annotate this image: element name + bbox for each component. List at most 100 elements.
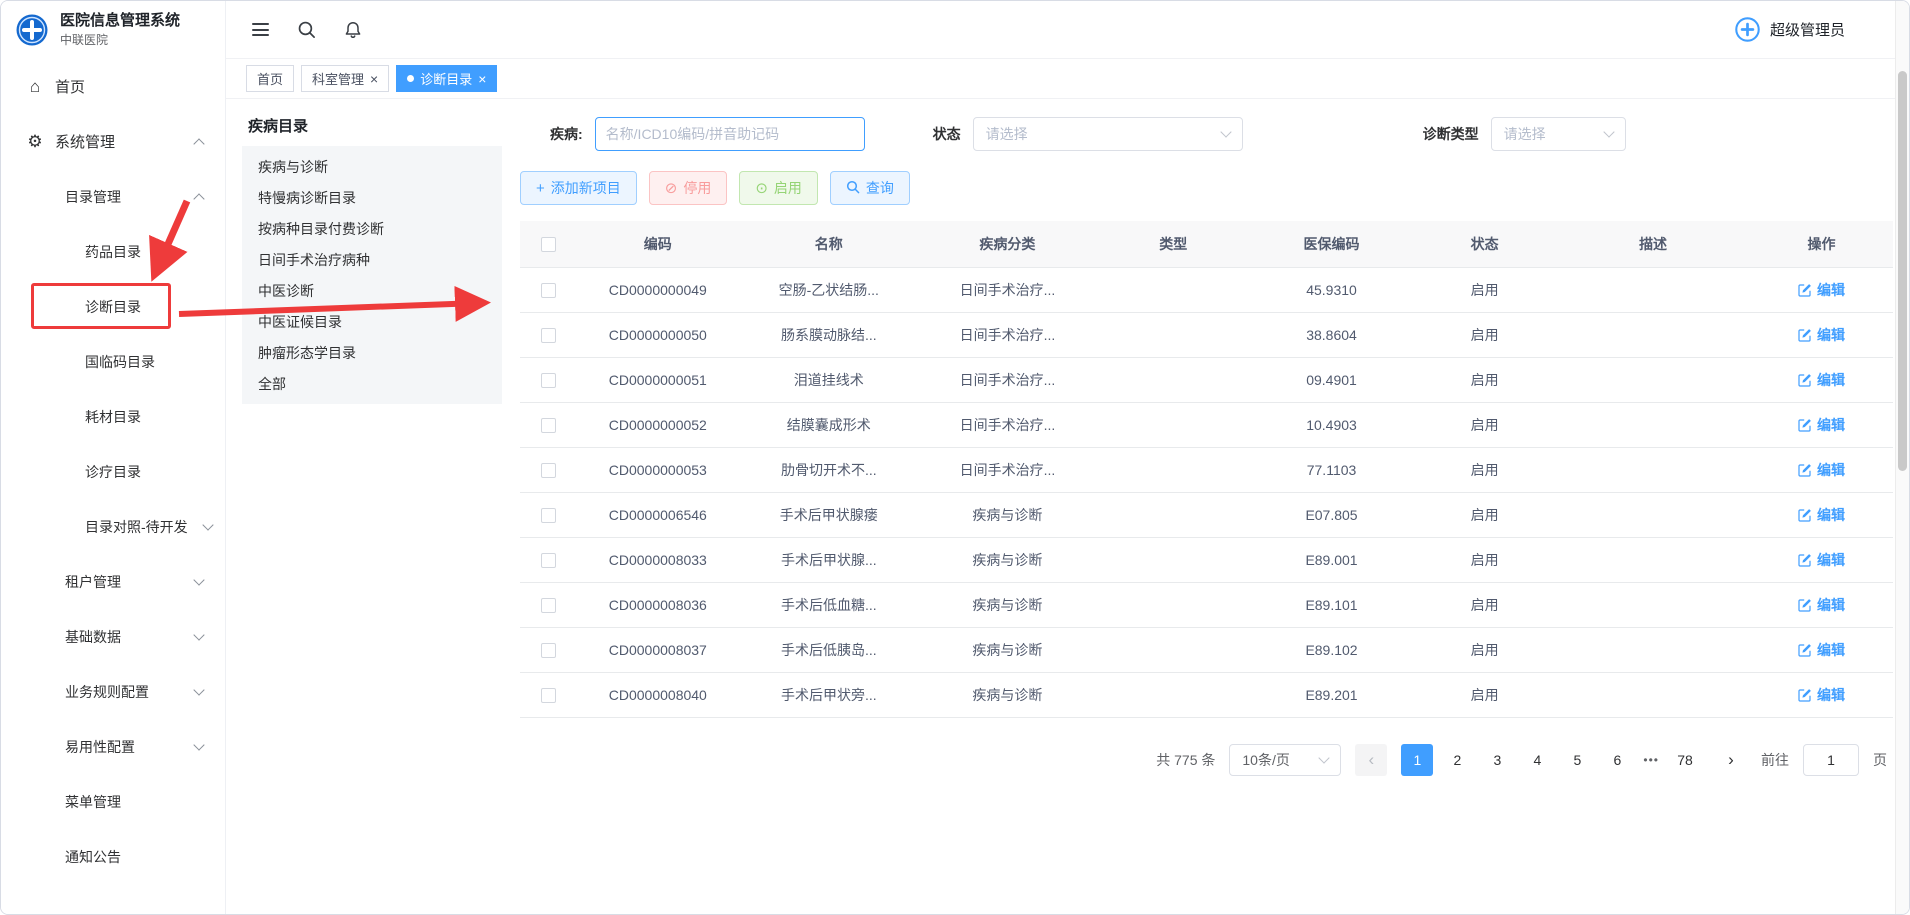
- diagnosis-type-select[interactable]: 请选择: [1491, 117, 1626, 151]
- page-size-select[interactable]: 10条/页: [1229, 744, 1341, 776]
- add-item-button[interactable]: + 添加新项目: [520, 171, 637, 205]
- cell-category: 疾病与诊断: [918, 582, 1097, 627]
- sidebar-item-menu-management[interactable]: 菜单管理: [1, 774, 225, 829]
- edit-button[interactable]: 编辑: [1798, 280, 1845, 300]
- home-icon: ⌂: [25, 78, 45, 95]
- sidebar-item-label: 目录管理: [65, 187, 121, 207]
- row-checkbox[interactable]: [541, 598, 556, 613]
- sidebar-item-national-code-catalog[interactable]: 国临码目录: [1, 334, 225, 389]
- sidebar-item-business-rule-config[interactable]: 业务规则配置: [1, 664, 225, 719]
- sidebar-item-drug-catalog[interactable]: 药品目录: [1, 224, 225, 279]
- work-area: 疾病: 状态 请选择 诊断类型 请选择 +: [520, 113, 1893, 900]
- table-row: CD0000000049空肠-乙状结肠...日间手术治疗...45.9310启用…: [520, 267, 1893, 312]
- row-checkbox[interactable]: [541, 688, 556, 703]
- table-row: CD0000000050肠系膜动脉结...日间手术治疗...38.8604启用编…: [520, 312, 1893, 357]
- search-icon[interactable]: [297, 20, 316, 39]
- app-titles: 医院信息管理系统 中联医院: [60, 12, 180, 48]
- row-checkbox[interactable]: [541, 463, 556, 478]
- edit-button[interactable]: 编辑: [1798, 595, 1845, 615]
- query-button[interactable]: 查询: [830, 171, 910, 205]
- row-select-cell: [520, 537, 576, 582]
- sidebar-item-label: 诊疗目录: [85, 462, 141, 482]
- row-checkbox[interactable]: [541, 418, 556, 433]
- sidebar-item-catalog-management[interactable]: 目录管理: [1, 169, 225, 224]
- edit-button[interactable]: 编辑: [1798, 415, 1845, 435]
- catalog-item-tumor-morphology[interactable]: 肿瘤形态学目录: [242, 337, 502, 368]
- page-button-3[interactable]: 3: [1481, 744, 1513, 776]
- user-menu[interactable]: 超级管理员: [1734, 16, 1845, 43]
- column-header-name: 名称: [739, 221, 918, 267]
- table-row: CD0000000052结膜囊成形术日间手术治疗...10.4903启用编辑: [520, 402, 1893, 447]
- sidebar-item-system-management[interactable]: ⚙系统管理: [1, 114, 225, 169]
- diagnosis-type-select-value: 请选择: [1504, 124, 1546, 144]
- cell-insurance-code: E89.201: [1250, 672, 1413, 717]
- cell-category: 疾病与诊断: [918, 537, 1097, 582]
- sidebar-item-home[interactable]: ⌂首页: [1, 59, 225, 114]
- sidebar: 医院信息管理系统 中联医院 ⌂首页⚙系统管理目录管理药品目录诊断目录国临码目录耗…: [1, 1, 226, 914]
- catalog-item-tcm-syndrome[interactable]: 中医证候目录: [242, 306, 502, 337]
- tab-department-management[interactable]: 科室管理×: [301, 65, 389, 92]
- sidebar-item-consumable-catalog[interactable]: 耗材目录: [1, 389, 225, 444]
- sidebar-item-catalog-mapping[interactable]: 目录对照-待开发: [1, 499, 225, 554]
- page-button-2[interactable]: 2: [1441, 744, 1473, 776]
- page-button-4[interactable]: 4: [1521, 744, 1553, 776]
- sidebar-item-usability-config[interactable]: 易用性配置: [1, 719, 225, 774]
- close-icon[interactable]: ×: [370, 72, 378, 86]
- cell-name: 手术后低血糖...: [739, 582, 918, 627]
- catalog-item-special-chronic-diagnosis[interactable]: 特慢病诊断目录: [242, 182, 502, 213]
- page-button-6[interactable]: 6: [1601, 744, 1633, 776]
- edit-button[interactable]: 编辑: [1798, 505, 1845, 525]
- catalog-item-all[interactable]: 全部: [242, 368, 502, 399]
- cell-status: 启用: [1413, 672, 1556, 717]
- scrollbar-thumb[interactable]: [1898, 71, 1907, 471]
- edit-button[interactable]: 编辑: [1798, 325, 1845, 345]
- edit-button[interactable]: 编辑: [1798, 460, 1845, 480]
- table-row: CD0000000051泪道挂线术日间手术治疗...09.4901启用编辑: [520, 357, 1893, 402]
- cell-description: [1556, 267, 1750, 312]
- disable-button[interactable]: ⊘ 停用: [649, 171, 728, 205]
- catalog-item-dip-payment-diagnosis[interactable]: 按病种目录付费诊断: [242, 213, 502, 244]
- tab-home[interactable]: 首页: [246, 65, 294, 92]
- tab-diagnosis-catalog[interactable]: 诊断目录×: [396, 65, 497, 92]
- row-checkbox[interactable]: [541, 553, 556, 568]
- pagination-ellipsis-icon[interactable]: •••: [1641, 753, 1661, 767]
- vertical-scrollbar[interactable]: [1895, 1, 1909, 914]
- cell-action: 编辑: [1750, 627, 1893, 672]
- sidebar-item-notice[interactable]: 通知公告: [1, 829, 225, 884]
- table-header-row: 编码名称疾病分类类型医保编码状态描述操作: [520, 221, 1893, 267]
- select-all-checkbox[interactable]: [541, 237, 556, 252]
- sidebar-item-base-data[interactable]: 基础数据: [1, 609, 225, 664]
- cell-description: [1556, 312, 1750, 357]
- page-button-1[interactable]: 1: [1401, 744, 1433, 776]
- enable-button[interactable]: ⊙ 启用: [739, 171, 818, 205]
- goto-page-input[interactable]: [1803, 744, 1859, 776]
- edit-button[interactable]: 编辑: [1798, 550, 1845, 570]
- sidebar-item-diagnosis-catalog[interactable]: 诊断目录: [1, 279, 225, 334]
- row-checkbox[interactable]: [541, 508, 556, 523]
- page-button-78[interactable]: 78: [1669, 744, 1701, 776]
- search-icon: [846, 180, 860, 197]
- catalog-item-day-surgery-disease[interactable]: 日间手术治疗病种: [242, 244, 502, 275]
- chevron-down-icon: [193, 629, 204, 640]
- edit-button[interactable]: 编辑: [1798, 685, 1845, 705]
- row-checkbox[interactable]: [541, 328, 556, 343]
- page-button-5[interactable]: 5: [1561, 744, 1593, 776]
- sidebar-item-treatment-catalog[interactable]: 诊疗目录: [1, 444, 225, 499]
- next-page-button[interactable]: ›: [1715, 744, 1747, 776]
- menu-collapse-icon[interactable]: [252, 23, 269, 36]
- status-select[interactable]: 请选择: [973, 117, 1243, 151]
- prev-page-button[interactable]: ‹: [1355, 744, 1387, 776]
- close-icon[interactable]: ×: [478, 72, 486, 86]
- edit-button[interactable]: 编辑: [1798, 370, 1845, 390]
- catalog-item-disease-and-diagnosis[interactable]: 疾病与诊断: [242, 151, 502, 182]
- sidebar-item-tenant-management[interactable]: 租户管理: [1, 554, 225, 609]
- edit-button[interactable]: 编辑: [1798, 640, 1845, 660]
- row-checkbox[interactable]: [541, 373, 556, 388]
- row-checkbox[interactable]: [541, 283, 556, 298]
- notification-bell-icon[interactable]: [344, 20, 362, 40]
- disease-search-input[interactable]: [595, 117, 865, 151]
- catalog-item-tcm-diagnosis[interactable]: 中医诊断: [242, 275, 502, 306]
- row-checkbox[interactable]: [541, 643, 556, 658]
- cell-action: 编辑: [1750, 357, 1893, 402]
- cell-code: CD0000008037: [576, 627, 739, 672]
